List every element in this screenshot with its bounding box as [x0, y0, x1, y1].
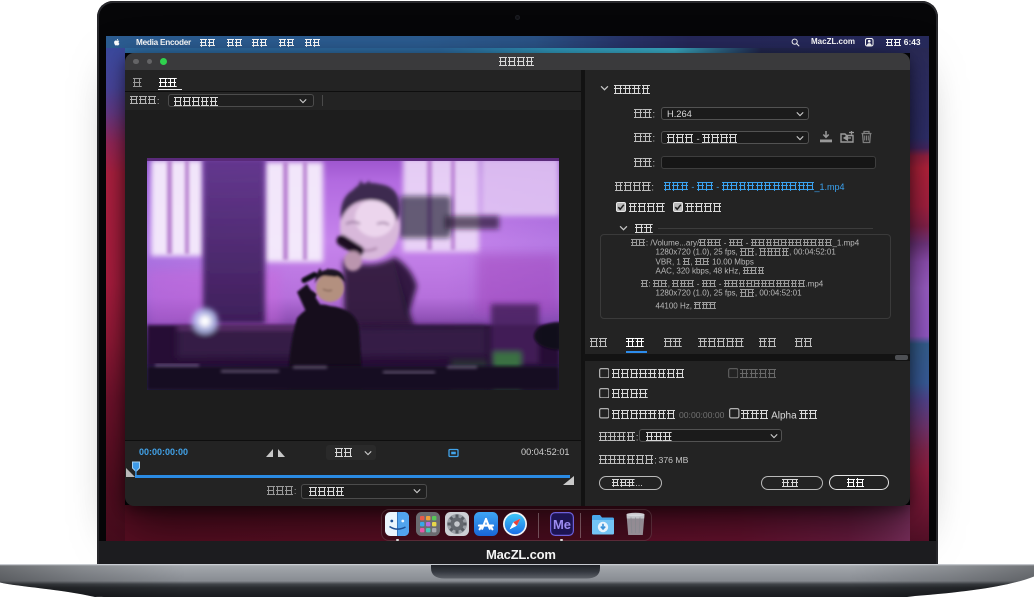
svg-text:Me: Me	[553, 517, 571, 532]
